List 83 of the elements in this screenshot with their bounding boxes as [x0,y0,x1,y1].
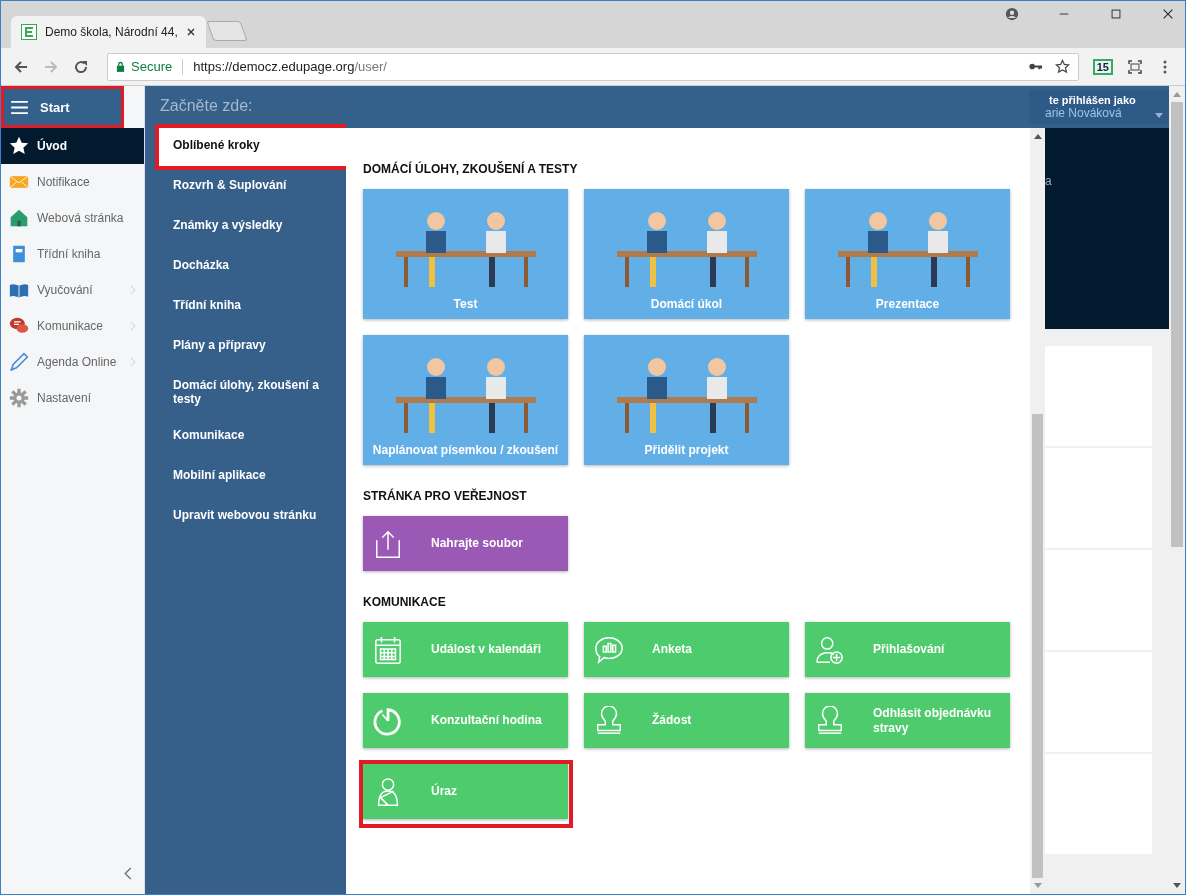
site-logo-icon [21,24,37,40]
menu-item[interactable]: Komunikace [159,418,346,456]
login-caption: te přihlášen jako [1048,94,1136,106]
reload-icon[interactable] [73,58,89,75]
sidebar-item[interactable]: Nastavení [1,380,144,416]
start-button[interactable]: Start [1,86,124,128]
tab-title: Demo škola, Národní 44, [45,25,178,39]
sidebar-label: Notifikace [37,175,91,189]
gear-icon [9,388,29,408]
secure-label: Secure [131,59,173,74]
upload-icon [373,528,403,559]
house-icon [9,208,29,228]
action-tile[interactable]: Nahrajte soubor [363,516,568,571]
section-title: DOMÁCÍ ÚLOHY, ZKOUŠENÍ A TESTY [363,162,579,176]
tile-label: Prezentace [875,297,940,311]
menu-item[interactable]: Známky a výsledky [159,208,346,246]
sidebar-item[interactable]: Vyučování [1,272,144,308]
lock-icon [116,61,125,72]
star-icon[interactable] [1054,59,1070,74]
close-icon[interactable] [186,27,196,37]
browser-tab[interactable]: Demo škola, Národní 44, [11,16,206,48]
scrollbar-thumb[interactable] [1032,414,1043,878]
scrollbar-thumb[interactable] [1171,102,1183,547]
sidebar-label: Vyučování [37,283,94,297]
star-icon [9,136,29,156]
menu-item[interactable]: Mobilní aplikace [159,458,346,496]
menu-item[interactable]: Rozvrh & Suplování [159,168,346,206]
tile-label: Domácí úkol [650,297,723,311]
calendar-icon [373,634,403,665]
sidebar-label: Agenda Online [37,355,118,369]
sidebar-item[interactable]: Úvod [1,128,144,164]
sidebar-label: Nastavení [37,391,93,405]
menu-item[interactable]: Plány a přípravy [159,328,346,366]
section-title: STRÁNKA PRO VEŘEJNOST [363,489,528,503]
menu-heading: Začněte zde: [159,96,254,116]
scroll-down-icon[interactable] [1173,883,1181,889]
tile-label: Přidělit projekt [644,443,729,457]
tile-label: Anketa [652,642,692,657]
tile-label: Událost v kalendáři [431,642,542,657]
close-icon[interactable] [1161,7,1175,21]
stamp-icon [594,705,624,736]
sidebar-item[interactable]: Třídní kniha [1,236,144,272]
menu-item[interactable]: Upravit webovou stránku [159,498,346,536]
banner-text: a [1045,174,1052,188]
chat-bubbles-icon [9,316,29,336]
sidebar-item[interactable]: Komunikace [1,308,144,344]
sidebar-item[interactable]: Agenda Online [1,344,144,380]
scroll-up-icon[interactable] [1033,133,1042,139]
address-bar[interactable]: Secure https://democz.edupage.org/user/ [107,52,1079,81]
back-arrow-icon[interactable] [13,58,29,75]
person-plus-icon [815,634,845,665]
poll-icon [594,634,624,665]
collapse-chevron-icon[interactable] [124,867,132,880]
tile-label: Úraz [431,784,457,799]
tile-label: Žádost [652,713,692,728]
maximize-icon[interactable] [1109,7,1123,21]
sidebar-label: Úvod [37,139,68,153]
tile-label: Nahrajte soubor [431,536,523,551]
tile-label: Odhlásit objednávku stravy [873,705,993,736]
caret-icon [1155,113,1163,118]
url-text: https://democz.edupage.org/user/ [193,59,388,74]
section-title: KOMUNIKACE [363,595,447,609]
stamp-icon [815,705,845,736]
sidebar-item[interactable]: Notifikace [1,164,144,200]
sidebar-label: Webová stránka [37,211,125,225]
tile-label: Test [453,297,478,311]
tile-label: Naplánovat písemkou / zkoušení [372,443,559,457]
sidebar-label: Třídní kniha [37,247,102,261]
pen-icon [9,352,29,372]
user-name: arie Nováková [1044,106,1122,120]
menu-item[interactable]: Domácí úlohy, zkoušení a testy [159,368,346,416]
menu-item[interactable]: Třídní kniha [159,288,346,326]
timer-icon [373,705,403,736]
extension-badge[interactable]: 15 [1092,58,1113,75]
sidebar-item[interactable]: Webová stránka [1,200,144,236]
tile-label: Přihlašování [873,642,945,657]
menu-icon [11,100,28,114]
user-dropdown[interactable]: te přihlášen jako arie Nováková [1029,90,1169,124]
profile-icon[interactable] [1005,7,1019,21]
sidebar-label: Komunikace [37,319,105,333]
menu-item[interactable]: Docházka [159,248,346,286]
tile-label: Konzultační hodina [431,713,542,728]
screen-capture-icon[interactable] [1127,58,1143,75]
